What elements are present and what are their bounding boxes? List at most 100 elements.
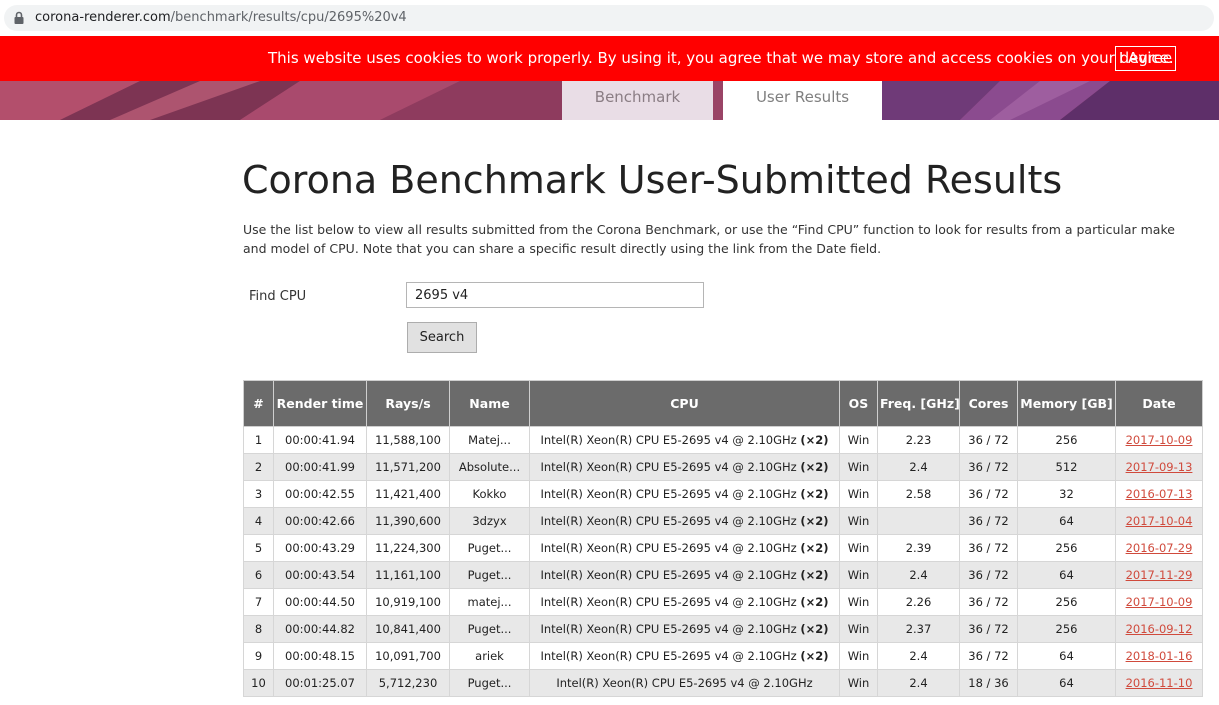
- cell-frequency: 2.4: [877, 561, 960, 589]
- cell-memory: 64: [1017, 669, 1116, 697]
- cell-rank: 8: [243, 615, 274, 643]
- cell-memory: 256: [1017, 615, 1116, 643]
- column-header-os: OS: [839, 380, 878, 427]
- date-link[interactable]: 2016-09-12: [1126, 622, 1193, 636]
- cell-cpu: Intel(R) Xeon(R) CPU E5-2695 v4 @ 2.10GH…: [529, 426, 840, 454]
- date-link[interactable]: 2017-09-13: [1126, 460, 1193, 474]
- cell-render-time: 00:00:43.54: [273, 561, 367, 589]
- cell-memory: 256: [1017, 534, 1116, 562]
- cell-date: 2016-07-29: [1115, 534, 1203, 562]
- cell-rank: 6: [243, 561, 274, 589]
- cell-os: Win: [839, 561, 878, 589]
- cell-date: 2017-10-04: [1115, 507, 1203, 535]
- date-link[interactable]: 2017-10-04: [1126, 514, 1193, 528]
- cell-rank: 2: [243, 453, 274, 481]
- cell-cores: 36 / 72: [959, 426, 1018, 454]
- table-row: 1 00:00:41.94 11,588,100 Matej... Intel(R) X…: [243, 426, 1203, 454]
- date-link[interactable]: 2017-10-09: [1126, 433, 1193, 447]
- table-header-row: # Render time Rays/s Name CPU OS Freq. [GHz] Co…: [243, 380, 1203, 427]
- date-link[interactable]: 2016-07-29: [1126, 541, 1193, 555]
- cell-os: Win: [839, 669, 878, 697]
- cell-rays: 11,571,200: [366, 453, 450, 481]
- cell-cores: 18 / 36: [959, 669, 1018, 697]
- url-host: corona-renderer.com: [35, 10, 171, 25]
- cpu-model: Intel(R) Xeon(R) CPU E5-2695 v4 @ 2.10GH…: [540, 433, 797, 447]
- cpu-multiplier: (×2): [800, 649, 829, 663]
- cell-render-time: 00:01:25.07: [273, 669, 367, 697]
- cell-name: Puget...: [449, 534, 530, 562]
- url-path: /benchmark/results/cpu/2695%20v4: [170, 10, 407, 25]
- cell-cpu: Intel(R) Xeon(R) CPU E5-2695 v4 @ 2.10GH…: [529, 507, 840, 535]
- cell-rays: 11,588,100: [366, 426, 450, 454]
- url-field[interactable]: corona-renderer.com/benchmark/results/cp…: [4, 5, 1214, 31]
- cpu-model: Intel(R) Xeon(R) CPU E5-2695 v4 @ 2.10GH…: [540, 568, 797, 582]
- tab-user-results[interactable]: User Results: [723, 81, 882, 120]
- cell-rank: 5: [243, 534, 274, 562]
- cell-os: Win: [839, 453, 878, 481]
- search-button[interactable]: Search: [407, 322, 477, 353]
- cell-cores: 36 / 72: [959, 507, 1018, 535]
- results-body: 1 00:00:41.94 11,588,100 Matej... Intel(R) X…: [243, 426, 1203, 697]
- cell-rays: 10,841,400: [366, 615, 450, 643]
- cell-cores: 36 / 72: [959, 588, 1018, 616]
- cell-name: ariek: [449, 642, 530, 670]
- cell-name: Absolute...: [449, 453, 530, 481]
- cell-cores: 36 / 72: [959, 642, 1018, 670]
- date-link[interactable]: 2018-01-16: [1126, 649, 1193, 663]
- cell-rank: 1: [243, 426, 274, 454]
- date-link[interactable]: 2017-10-09: [1126, 595, 1193, 609]
- results-table: # Render time Rays/s Name CPU OS Freq. [GHz] Co…: [243, 380, 1203, 697]
- cell-name: Puget...: [449, 561, 530, 589]
- cell-render-time: 00:00:42.55: [273, 480, 367, 508]
- cell-render-time: 00:00:43.29: [273, 534, 367, 562]
- cpu-multiplier: (×2): [800, 568, 829, 582]
- cell-cores: 36 / 72: [959, 480, 1018, 508]
- column-header-cpu: CPU: [529, 380, 840, 427]
- cpu-model: Intel(R) Xeon(R) CPU E5-2695 v4 @ 2.10GH…: [540, 622, 797, 636]
- cell-memory: 256: [1017, 588, 1116, 616]
- cell-os: Win: [839, 507, 878, 535]
- cell-cpu: Intel(R) Xeon(R) CPU E5-2695 v4 @ 2.10GH…: [529, 561, 840, 589]
- page-title: Corona Benchmark User-Submitted Results: [242, 158, 1063, 202]
- cell-frequency: 2.4: [877, 642, 960, 670]
- table-row: 3 00:00:42.55 11,421,400 Kokko Intel(R) Xeon…: [243, 480, 1203, 508]
- cpu-multiplier: (×2): [800, 595, 829, 609]
- cpu-model: Intel(R) Xeon(R) CPU E5-2695 v4 @ 2.10GH…: [540, 541, 797, 555]
- cpu-model: Intel(R) Xeon(R) CPU E5-2695 v4 @ 2.10GH…: [556, 676, 813, 690]
- table-row: 10 00:01:25.07 5,712,230 Puget... Intel(R) X…: [243, 669, 1203, 697]
- cell-name: Kokko: [449, 480, 530, 508]
- column-header-frequency: Freq. [GHz]: [877, 380, 960, 427]
- cell-cpu: Intel(R) Xeon(R) CPU E5-2695 v4 @ 2.10GH…: [529, 588, 840, 616]
- find-cpu-input[interactable]: [406, 282, 704, 308]
- cpu-multiplier: (×2): [800, 487, 829, 501]
- header-banner: Benchmark User Results: [0, 81, 1219, 120]
- cpu-model: Intel(R) Xeon(R) CPU E5-2695 v4 @ 2.10GH…: [540, 595, 797, 609]
- cell-memory: 512: [1017, 453, 1116, 481]
- url-text: corona-renderer.com/benchmark/results/cp…: [35, 9, 407, 27]
- date-link[interactable]: 2016-07-13: [1126, 487, 1193, 501]
- date-link[interactable]: 2017-11-29: [1126, 568, 1193, 582]
- cell-os: Win: [839, 642, 878, 670]
- cell-date: 2016-11-10: [1115, 669, 1203, 697]
- cell-render-time: 00:00:44.82: [273, 615, 367, 643]
- column-header-name: Name: [449, 380, 530, 427]
- date-link[interactable]: 2016-11-10: [1126, 676, 1193, 690]
- cell-os: Win: [839, 480, 878, 508]
- cell-rays: 10,919,100: [366, 588, 450, 616]
- cell-rays: 11,161,100: [366, 561, 450, 589]
- table-row: 8 00:00:44.82 10,841,400 Puget... Intel(R) X…: [243, 615, 1203, 643]
- cell-name: Puget...: [449, 615, 530, 643]
- cpu-model: Intel(R) Xeon(R) CPU E5-2695 v4 @ 2.10GH…: [540, 514, 797, 528]
- tab-benchmark[interactable]: Benchmark: [562, 81, 713, 120]
- cell-rank: 7: [243, 588, 274, 616]
- cell-render-time: 00:00:44.50: [273, 588, 367, 616]
- cell-date: 2017-10-09: [1115, 588, 1203, 616]
- cell-name: matej...: [449, 588, 530, 616]
- cell-date: 2017-11-29: [1115, 561, 1203, 589]
- cpu-multiplier: (×2): [800, 433, 829, 447]
- table-row: 9 00:00:48.15 10,091,700 ariek Intel(R) Xeon…: [243, 642, 1203, 670]
- cell-cpu: Intel(R) Xeon(R) CPU E5-2695 v4 @ 2.10GH…: [529, 642, 840, 670]
- agree-button[interactable]: I Agree: [1115, 46, 1176, 71]
- cell-rank: 4: [243, 507, 274, 535]
- cell-rays: 5,712,230: [366, 669, 450, 697]
